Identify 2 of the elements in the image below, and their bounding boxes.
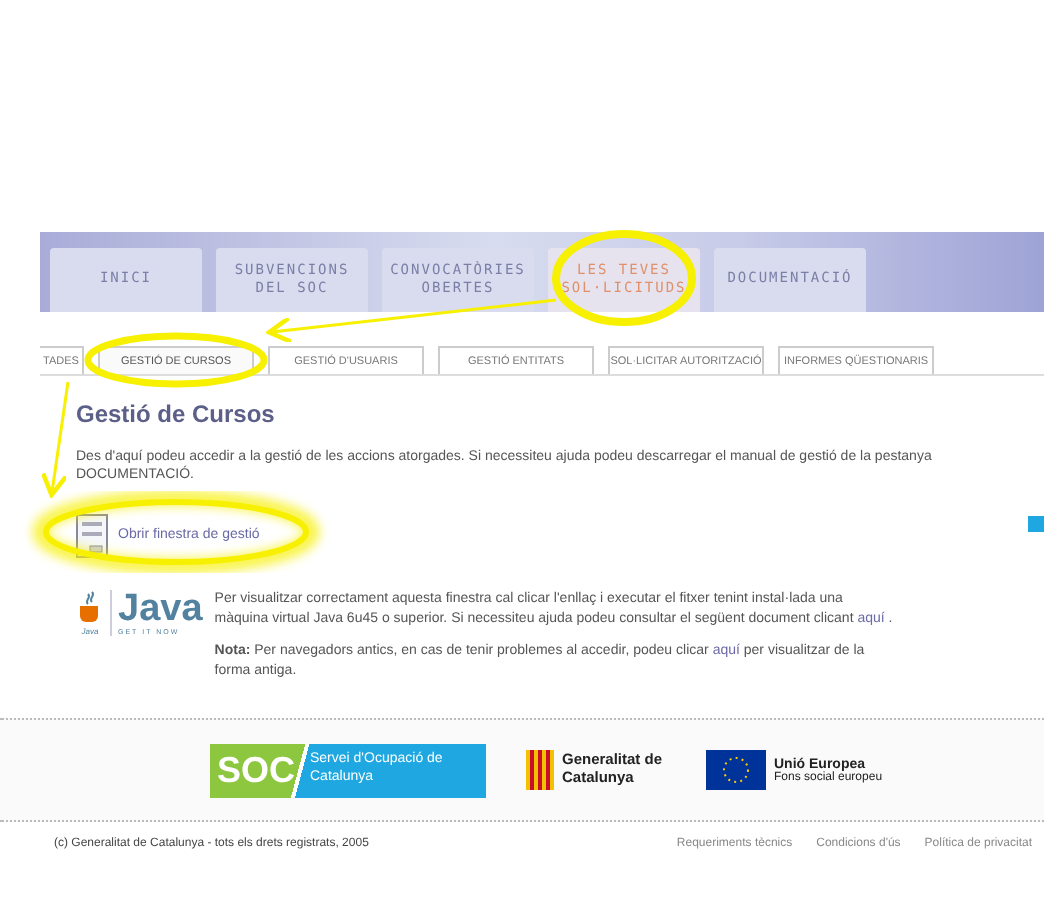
java-wordmark: Java xyxy=(118,589,203,628)
page-heading: Gestió de Cursos xyxy=(76,400,277,428)
